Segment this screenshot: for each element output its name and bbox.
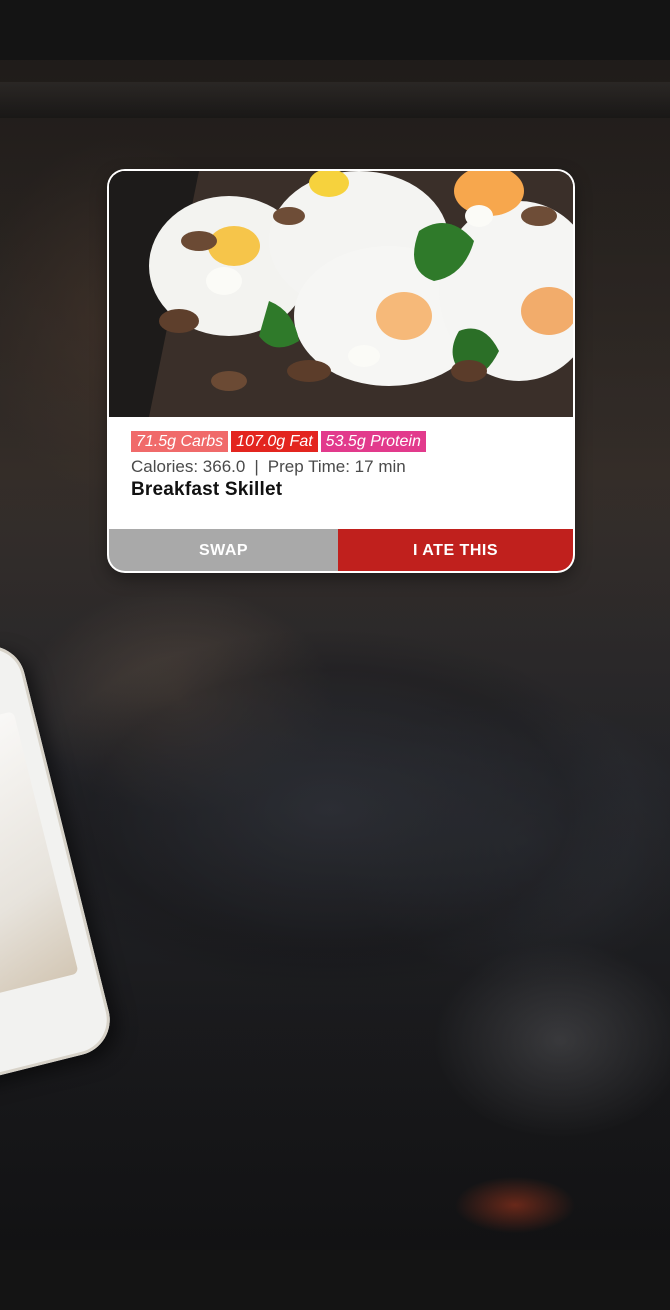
prep-time-text: Prep Time: 17 min [267,457,406,476]
top-letterbox-bar [0,0,670,60]
skillet-illustration [109,171,573,417]
protein-tag: 53.5g Protein [320,431,426,452]
swap-button[interactable]: SWAP [109,529,338,571]
meal-meta: Calories: 366.0 | Prep Time: 17 min [131,457,406,477]
meal-photo [109,171,573,417]
meta-separator: | [254,457,259,476]
calories-text: Calories: 366.0 [131,457,246,476]
carbs-tag: 71.5g Carbs [131,431,229,452]
meal-actions: SWAP I ATE THIS [109,529,573,571]
meal-title: Breakfast Skillet [131,479,283,500]
fat-tag: 107.0g Fat [231,431,318,452]
macro-tags: 71.5g Carbs 107.0g Fat 53.5g Protein [131,431,426,453]
bottom-letterbox-bar [0,1250,670,1310]
i-ate-this-button[interactable]: I ATE THIS [338,529,573,571]
meal-card: 71.5g Carbs 107.0g Fat 53.5g Protein Cal… [109,171,573,571]
